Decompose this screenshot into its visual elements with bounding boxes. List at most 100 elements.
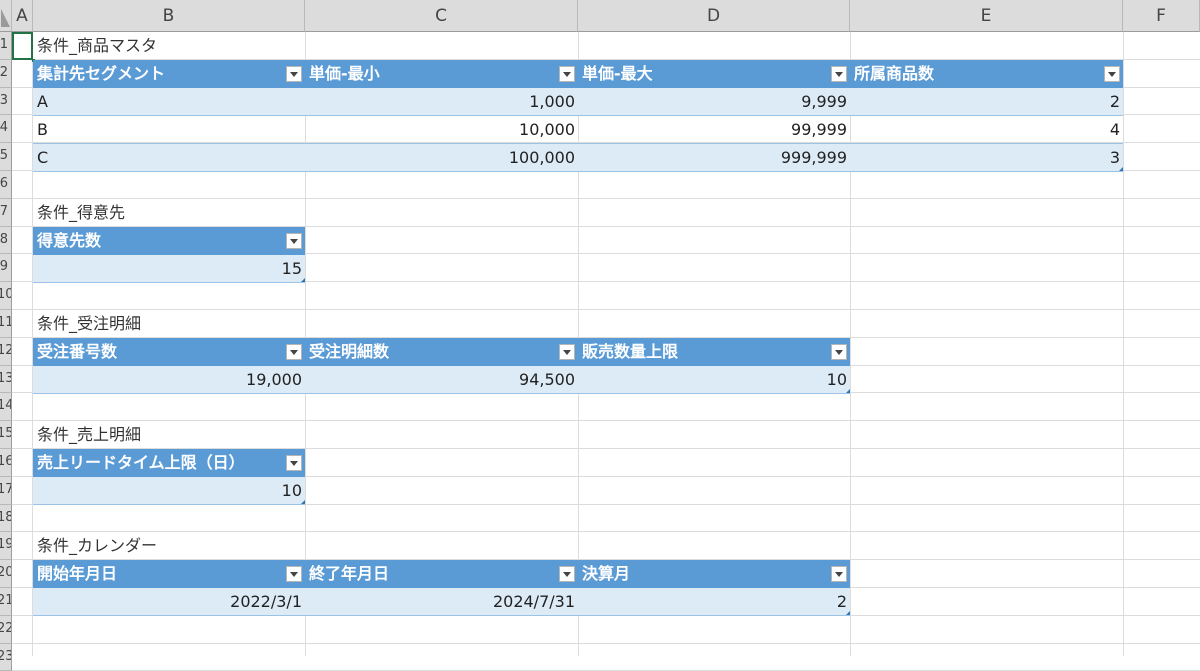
filter-dropdown-icon[interactable] [286,66,302,82]
row-number: 6 [0,176,8,191]
header-label: 集計先セグメント [37,64,166,83]
header-cell[interactable]: 売上リードタイム上限（日） [33,449,305,477]
row-gridline [12,531,1200,532]
table-cell[interactable]: 2022/3/1 [33,588,305,616]
row-number: 13 [0,371,11,386]
filter-dropdown-icon[interactable] [286,233,302,249]
header-cell[interactable]: 受注番号数 [33,338,305,366]
header-label: 単価-最大 [582,64,653,83]
filter-dropdown-icon[interactable] [831,344,847,360]
header-cell[interactable]: 受注明細数 [305,338,578,366]
row-header[interactable]: 15 [0,421,12,449]
table-resize-handle[interactable] [846,389,850,393]
table-cell[interactable]: 94,500 [305,366,578,394]
table-cell[interactable]: 9,999 [578,88,850,116]
column-header-label: A [16,5,28,26]
filter-dropdown-icon[interactable] [1104,66,1120,82]
table-cell[interactable]: 4 [850,116,1123,144]
row-number: 7 [0,204,8,219]
table-cell[interactable]: 999,999 [578,144,850,172]
row-header[interactable]: 3 [0,88,12,115]
header-cell[interactable]: 開始年月日 [33,560,305,588]
table-cell[interactable]: 3 [850,144,1123,172]
table-cell[interactable]: 2024/7/31 [305,588,578,616]
table-cell[interactable]: 10,000 [305,116,578,144]
table-cell[interactable]: 1,000 [305,88,578,116]
cell-value: 10 [826,370,847,389]
table-cell[interactable]: 19,000 [33,366,305,394]
row-header[interactable]: 12 [0,338,12,366]
table-cell[interactable]: 15 [33,255,305,283]
column-header-a[interactable]: A [12,0,33,32]
table-cell[interactable]: B [33,116,305,144]
active-cell-selection[interactable] [12,32,33,60]
header-label: 得意先数 [37,231,102,250]
table-cell[interactable]: 10 [578,366,850,394]
filter-dropdown-icon[interactable] [286,566,302,582]
table-cell[interactable]: 100,000 [305,144,578,172]
header-cell[interactable]: 集計先セグメント [33,60,305,88]
row-header[interactable]: 14 [0,393,12,421]
table-resize-handle[interactable] [846,611,850,615]
filter-dropdown-icon[interactable] [559,344,575,360]
row-header[interactable]: 16 [0,449,12,477]
row-header[interactable]: 21 [0,588,12,616]
header-cell[interactable]: 所属商品数 [850,60,1123,88]
table-resize-handle[interactable] [1119,167,1123,171]
column-header-f[interactable]: F [1123,0,1200,32]
table-resize-handle[interactable] [301,278,305,282]
row-gridline [12,309,1200,310]
table-cell[interactable]: 2 [850,88,1123,116]
table-resize-handle[interactable] [301,500,305,504]
row-header[interactable]: 4 [0,115,12,143]
table-cell[interactable]: A [33,88,305,116]
row-header[interactable]: 8 [0,227,12,254]
row-number: 23 [0,649,11,664]
filter-dropdown-icon[interactable] [559,66,575,82]
column-header-d[interactable]: D [578,0,850,32]
table-cell[interactable]: 99,999 [578,116,850,144]
header-label: 終了年月日 [309,564,390,583]
header-cell[interactable]: 決算月 [578,560,850,588]
row-gridline [12,198,1200,199]
header-cell[interactable]: 得意先数 [33,227,305,255]
table-cell[interactable]: C [33,144,305,172]
header-label: 単価-最小 [309,64,380,83]
table-title-order: 条件_受注明細 [37,314,142,333]
header-cell[interactable]: 単価-最小 [305,60,578,88]
row-header[interactable]: 20 [0,560,12,588]
table-cell[interactable]: 2 [578,588,850,616]
row-header[interactable]: 19 [0,532,12,560]
table-title-customer: 条件_得意先 [37,203,126,222]
header-cell[interactable]: 販売数量上限 [578,338,850,366]
column-header-c[interactable]: C [305,0,578,32]
filter-dropdown-icon[interactable] [559,566,575,582]
header-cell[interactable]: 単価-最大 [578,60,850,88]
column-header-label: D [706,5,721,26]
column-header-e[interactable]: E [850,0,1123,32]
filter-dropdown-icon[interactable] [286,455,302,471]
row-header[interactable]: 9 [0,254,12,282]
row-number: 12 [0,343,11,358]
row-header[interactable]: 6 [0,171,12,199]
row-header[interactable]: 5 [0,143,12,171]
filter-dropdown-icon[interactable] [831,566,847,582]
filter-dropdown-icon[interactable] [286,344,302,360]
column-header-b[interactable]: B [33,0,305,32]
row-header[interactable]: 23 [0,644,12,671]
filter-dropdown-icon[interactable] [831,66,847,82]
table-cell[interactable]: 10 [33,477,305,505]
row-number: 1 [0,37,8,52]
row-header[interactable]: 18 [0,505,12,532]
row-gridline [12,420,1200,421]
row-header[interactable]: 13 [0,366,12,393]
row-header[interactable]: 17 [0,477,12,505]
row-header[interactable]: 2 [0,60,12,88]
header-cell[interactable]: 終了年月日 [305,560,578,588]
row-header[interactable]: 22 [0,616,12,644]
row-header[interactable]: 7 [0,199,12,227]
row-header[interactable]: 1 [0,32,12,60]
row-header[interactable]: 11 [0,310,12,338]
select-all-corner[interactable] [0,0,12,32]
row-header[interactable]: 10 [0,282,12,310]
